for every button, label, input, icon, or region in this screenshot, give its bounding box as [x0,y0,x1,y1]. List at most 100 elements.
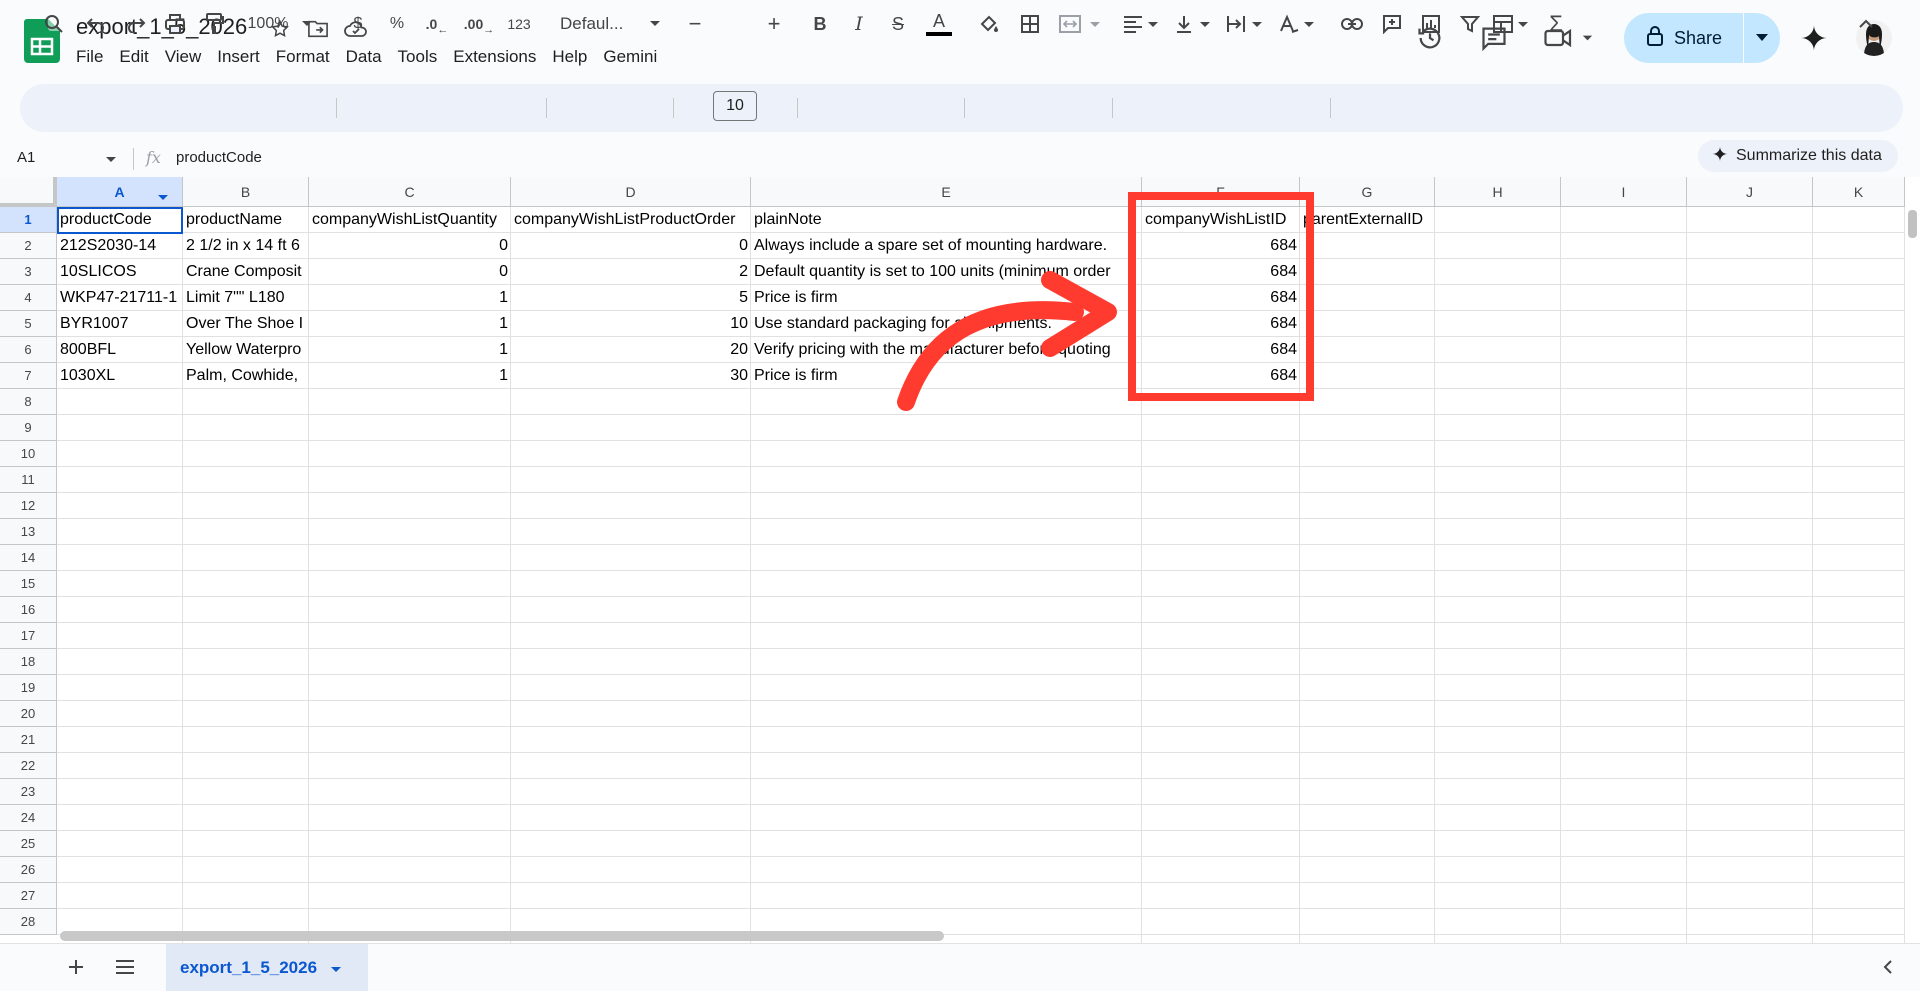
collapse-toolbar-icon[interactable] [1852,8,1880,40]
table-cell[interactable]: 1030XL [57,363,183,389]
row-header-17[interactable]: 17 [0,623,57,649]
menu-help[interactable]: Help [544,46,595,68]
row-header-21[interactable]: 21 [0,727,57,753]
row-header-5[interactable]: 5 [0,311,57,337]
merge-cells-icon[interactable] [1056,8,1106,40]
italic-button[interactable]: I [847,8,871,40]
share-dropdown-icon[interactable] [1744,13,1780,63]
vertical-align-icon[interactable] [1172,8,1214,40]
filter-icon[interactable] [1456,8,1484,40]
decrease-font-size-button[interactable]: − [683,8,707,40]
column-header-d[interactable]: D [511,177,751,207]
table-cell[interactable]: 0 [511,233,751,259]
more-formats-button[interactable]: 123 [503,8,535,40]
horizontal-align-icon[interactable] [1120,8,1162,40]
decrease-decimal-button[interactable]: .0 ← [422,8,452,40]
share-button[interactable]: Share [1624,13,1780,63]
row-header-22[interactable]: 22 [0,753,57,779]
all-sheets-icon[interactable] [113,955,137,979]
header-cell[interactable]: plainNote [751,207,1142,233]
name-box-dropdown-icon[interactable] [106,150,116,168]
header-cell[interactable]: productName [183,207,309,233]
horizontal-scroll-thumb[interactable] [60,931,944,941]
table-cell[interactable]: Always include a spare set of mounting h… [751,233,1142,259]
gemini-icon[interactable] [1796,20,1832,56]
table-cell[interactable]: Crane Composit [183,259,309,285]
vertical-scrollbar[interactable] [1905,207,1920,937]
header-cell[interactable]: companyWishListProductOrder [511,207,751,233]
menu-format[interactable]: Format [268,46,338,68]
table-cell[interactable]: 1 [309,285,511,311]
search-menus-icon[interactable] [40,8,68,40]
header-cell[interactable]: parentExternalID [1300,207,1440,233]
row-header-1[interactable]: 1 [0,207,57,233]
font-size-input[interactable]: 10 [713,91,757,121]
column-header-h[interactable]: H [1435,177,1561,207]
row-header-8[interactable]: 8 [0,389,57,415]
sheet-tab-active[interactable]: export_1_5_2026 [166,944,368,991]
row-header-7[interactable]: 7 [0,363,57,389]
row-header-14[interactable]: 14 [0,545,57,571]
currency-format-button[interactable]: $ [346,8,370,40]
column-header-j[interactable]: J [1687,177,1813,207]
name-box[interactable]: A1 [17,149,35,166]
column-header-k[interactable]: K [1813,177,1905,207]
row-header-20[interactable]: 20 [0,701,57,727]
summarize-data-button[interactable]: Summarize this data [1698,140,1898,172]
header-cell[interactable]: companyWishListQuantity [309,207,511,233]
table-cell[interactable]: 2 [511,259,751,285]
table-cell[interactable]: 0 [309,259,511,285]
row-header-27[interactable]: 27 [0,883,57,909]
row-header-13[interactable]: 13 [0,519,57,545]
menu-extensions[interactable]: Extensions [445,46,544,68]
table-cell[interactable]: WKP47-21711-1 [57,285,183,311]
insert-comment-icon[interactable] [1378,8,1406,40]
sheet-tab-dropdown-icon[interactable] [331,958,342,978]
fill-color-icon[interactable] [974,8,1004,40]
formula-input[interactable]: productCode [176,149,262,166]
row-header-6[interactable]: 6 [0,337,57,363]
row-header-24[interactable]: 24 [0,805,57,831]
add-sheet-icon[interactable] [64,955,88,979]
row-header-10[interactable]: 10 [0,441,57,467]
increase-font-size-button[interactable]: + [762,8,786,40]
strikethrough-button[interactable]: S [886,8,910,40]
vertical-scroll-thumb[interactable] [1908,210,1917,238]
table-cell[interactable]: 0 [309,233,511,259]
row-header-11[interactable]: 11 [0,467,57,493]
table-cell[interactable]: Over The Shoe I [183,311,309,337]
menu-tools[interactable]: Tools [390,46,446,68]
column-header-b[interactable]: B [183,177,309,207]
paint-format-icon[interactable] [200,8,228,40]
row-header-9[interactable]: 9 [0,415,57,441]
table-cell[interactable]: 1 [309,311,511,337]
text-rotation-icon[interactable] [1276,8,1318,40]
collapse-side-panel-icon[interactable] [1876,955,1900,979]
redo-icon[interactable] [122,8,150,40]
column-a-menu-icon[interactable] [158,188,168,206]
menu-insert[interactable]: Insert [209,46,268,68]
row-header-2[interactable]: 2 [0,233,57,259]
menu-gemini[interactable]: Gemini [595,46,665,68]
menu-data[interactable]: Data [338,46,390,68]
text-color-button[interactable]: A [924,8,954,40]
column-header-e[interactable]: E [751,177,1142,207]
table-cell[interactable]: 212S2030-14 [57,233,183,259]
undo-icon[interactable] [82,8,110,40]
table-cell[interactable]: Limit 7"" L180 [183,285,309,311]
column-header-g[interactable]: G [1300,177,1435,207]
table-cell[interactable]: 1 [309,337,511,363]
row-header-28[interactable]: 28 [0,909,57,935]
percent-format-button[interactable]: % [385,8,409,40]
insert-link-icon[interactable] [1338,8,1366,40]
row-header-19[interactable]: 19 [0,675,57,701]
text-wrapping-icon[interactable] [1224,8,1266,40]
row-header-23[interactable]: 23 [0,779,57,805]
table-cell[interactable]: 800BFL [57,337,183,363]
borders-icon[interactable] [1016,8,1044,40]
row-header-12[interactable]: 12 [0,493,57,519]
menu-edit[interactable]: Edit [111,46,156,68]
increase-decimal-button[interactable]: .00 → [462,8,496,40]
font-family-select[interactable]: Defaul... [560,8,660,40]
table-cell[interactable]: Yellow Waterpro [183,337,309,363]
